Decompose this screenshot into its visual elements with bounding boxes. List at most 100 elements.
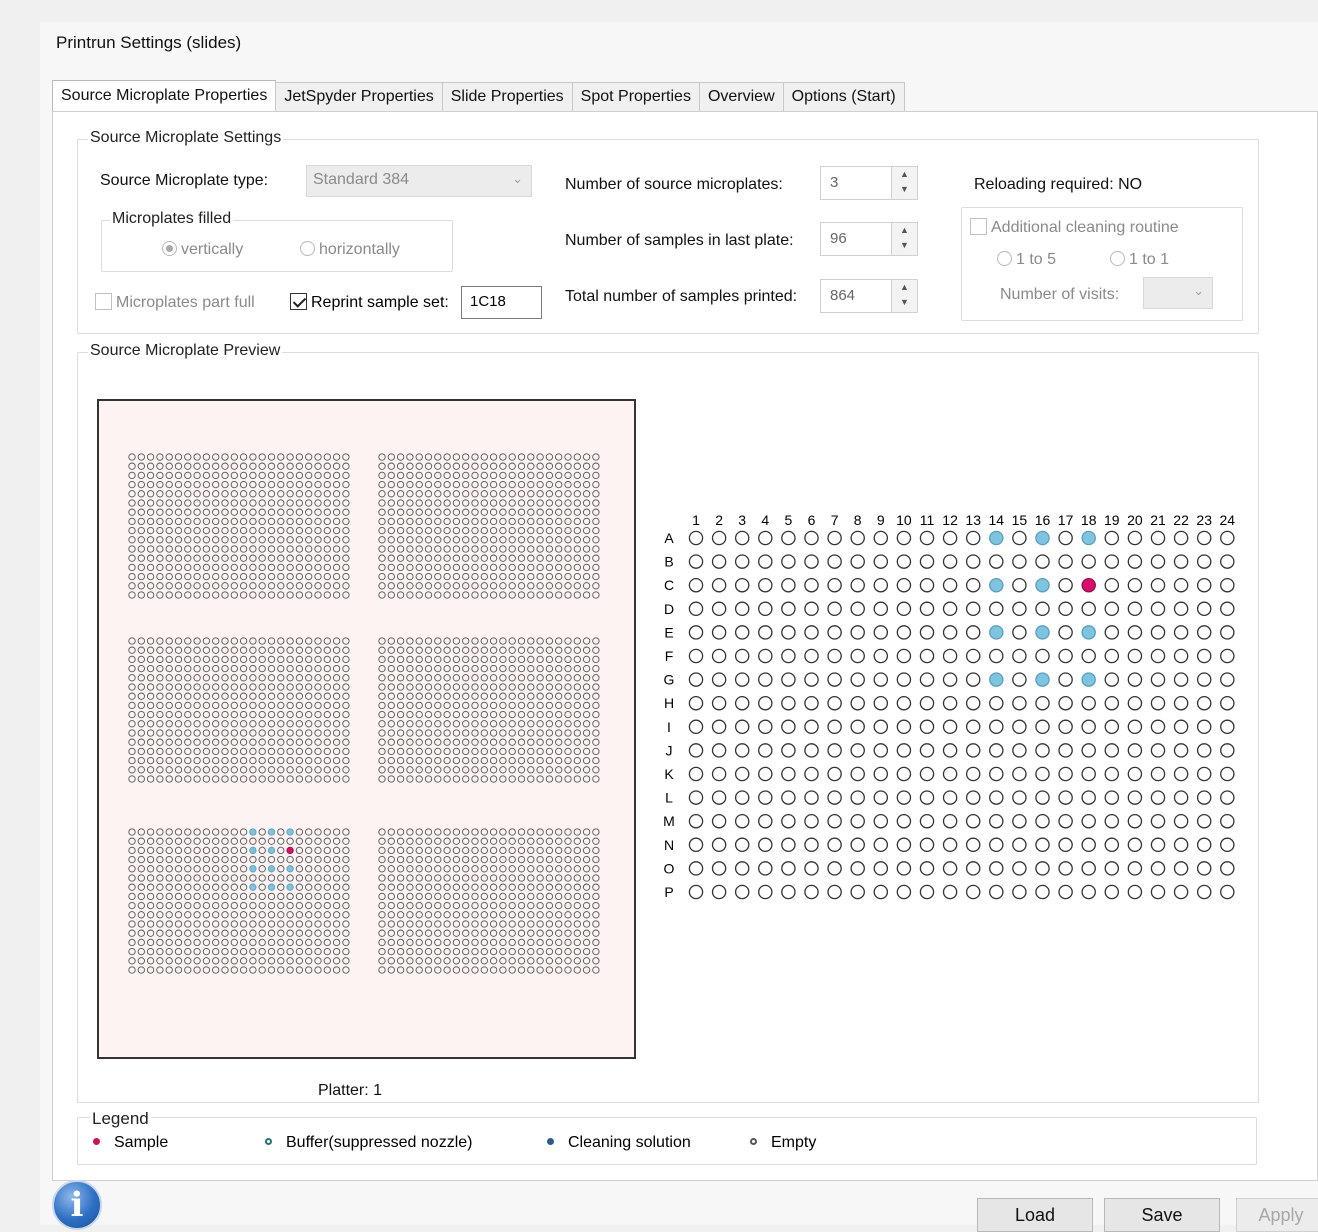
mini-well xyxy=(396,775,405,783)
mini-well xyxy=(592,692,600,700)
mini-well xyxy=(378,874,386,882)
mini-well xyxy=(267,756,276,765)
mini-well xyxy=(258,855,266,864)
mini-well xyxy=(555,683,563,691)
spinner-arrows-icon[interactable]: ▲ ▼ xyxy=(891,223,917,255)
mini-well xyxy=(221,865,229,873)
chevron-down-icon: ⌄ xyxy=(1193,283,1204,298)
mini-well xyxy=(527,453,535,461)
tab-jetspyder-properties[interactable]: JetSpyder Properties xyxy=(275,82,443,112)
apply-button[interactable]: Apply xyxy=(1236,1198,1318,1232)
mini-well xyxy=(434,674,442,682)
mini-well xyxy=(415,453,423,461)
mini-well xyxy=(146,517,155,526)
microplate-type-select[interactable]: Standard 384 ⌄ xyxy=(306,165,532,197)
microplates-part-full-checkbox[interactable]: Microplates part full xyxy=(95,293,255,312)
mini-well xyxy=(564,747,572,756)
mini-well xyxy=(499,901,507,910)
mini-well xyxy=(184,572,192,581)
mini-well xyxy=(480,947,488,956)
mini-well xyxy=(239,591,248,599)
total-spinner[interactable]: 864 ▲ ▼ xyxy=(820,279,918,313)
mini-well xyxy=(396,646,405,654)
mini-well xyxy=(184,738,192,746)
mini-well xyxy=(239,901,248,910)
mini-well xyxy=(239,508,248,516)
mini-well xyxy=(378,591,386,599)
mini-well xyxy=(462,554,470,562)
tab-spot-properties[interactable]: Spot Properties xyxy=(571,82,700,112)
mini-well xyxy=(295,957,304,965)
additional-cleaning-checkbox[interactable]: Additional cleaning routine xyxy=(970,218,1182,237)
mini-well xyxy=(573,582,581,590)
one-to-one-radio[interactable]: 1 to 1 xyxy=(1110,251,1169,269)
mini-well xyxy=(249,526,257,535)
well xyxy=(1058,672,1073,687)
mini-well xyxy=(471,920,479,928)
spinner-arrows-icon[interactable]: ▲ ▼ xyxy=(891,280,917,312)
num-last-value: 96 xyxy=(830,230,847,247)
mini-well xyxy=(342,855,350,864)
mini-well xyxy=(573,883,581,891)
reprint-sample-set-checkbox[interactable]: Reprint sample set: xyxy=(290,293,449,312)
mini-well xyxy=(184,901,192,910)
tab-source-microplate-properties[interactable]: Source Microplate Properties xyxy=(52,80,277,112)
tab-options-start[interactable]: Options (Start) xyxy=(782,82,905,112)
num-plates-spinner[interactable]: 3 ▲ ▼ xyxy=(820,166,918,200)
visits-select[interactable]: ⌄ xyxy=(1143,277,1213,309)
mini-well xyxy=(434,462,442,470)
one-to-five-radio[interactable]: 1 to 5 xyxy=(997,251,1056,269)
mini-well xyxy=(489,480,498,489)
num-last-spinner[interactable]: 96 ▲ ▼ xyxy=(820,222,918,256)
well xyxy=(688,695,704,711)
mini-well xyxy=(305,471,313,480)
mini-well xyxy=(434,966,442,974)
mini-well xyxy=(443,766,451,774)
mini-well xyxy=(508,683,516,691)
mini-well xyxy=(230,756,238,765)
mini-well xyxy=(128,710,136,719)
well xyxy=(965,719,981,735)
spinner-arrows-icon[interactable]: ▲ ▼ xyxy=(891,167,917,199)
mini-well xyxy=(230,674,238,682)
mini-well xyxy=(267,674,276,682)
horizontally-radio[interactable]: horizontally xyxy=(300,241,400,259)
row-label: H xyxy=(664,695,674,711)
save-button[interactable]: Save xyxy=(1104,1198,1220,1232)
well xyxy=(711,625,727,640)
mini-well xyxy=(239,701,248,710)
well xyxy=(827,577,842,593)
mini-well xyxy=(573,747,581,756)
mini-well xyxy=(499,462,507,470)
load-button[interactable]: Load xyxy=(977,1198,1093,1232)
tab-overview[interactable]: Overview xyxy=(698,82,784,112)
mini-well xyxy=(258,517,266,526)
tab-slide-properties[interactable]: Slide Properties xyxy=(441,82,573,112)
mini-well xyxy=(323,674,331,682)
mini-well xyxy=(249,554,257,562)
mini-well xyxy=(239,756,248,765)
reprint-sample-set-input[interactable]: 1C18 xyxy=(461,286,542,319)
mini-well xyxy=(258,846,266,855)
mini-well xyxy=(415,683,423,691)
vertically-radio[interactable]: vertically xyxy=(162,241,243,259)
mini-well xyxy=(239,892,248,901)
well xyxy=(1127,601,1143,617)
mini-well xyxy=(545,720,554,728)
mini-well xyxy=(592,710,600,719)
mini-well xyxy=(258,545,266,553)
mini-well xyxy=(378,674,386,682)
mini-well xyxy=(342,828,350,836)
mini-well xyxy=(462,545,470,553)
mini-well xyxy=(489,855,498,864)
mini-well xyxy=(305,874,313,882)
info-icon[interactable]: i xyxy=(52,1180,102,1230)
mini-well xyxy=(499,957,507,965)
mini-well xyxy=(378,545,386,553)
well xyxy=(965,790,981,805)
mini-well xyxy=(499,747,507,756)
mini-well xyxy=(202,701,211,710)
mini-well xyxy=(536,582,544,590)
mini-well xyxy=(174,775,183,783)
mini-well xyxy=(462,692,470,700)
